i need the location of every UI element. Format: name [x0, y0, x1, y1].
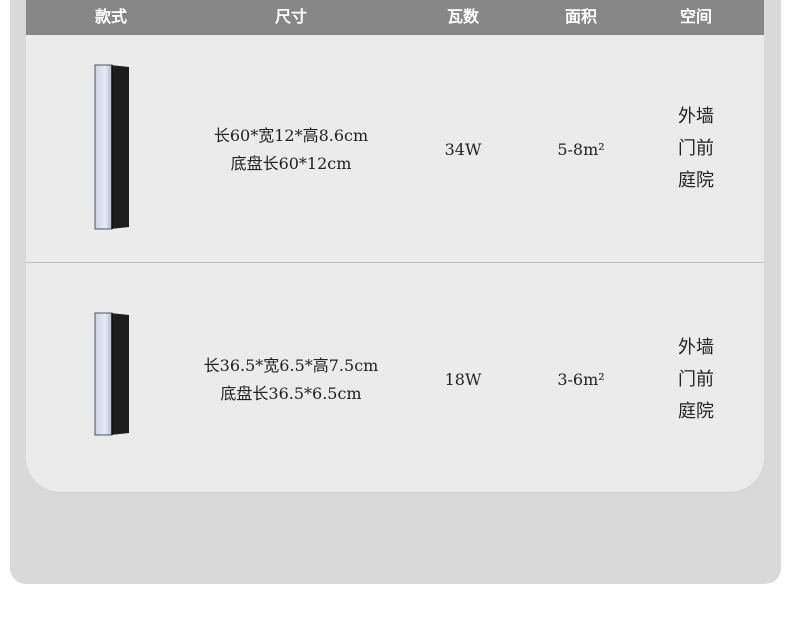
size-line: 底盘长36.5*6.5cm [220, 384, 362, 403]
wall-lamp-short-image [94, 312, 129, 436]
header-size: 尺寸 [274, 7, 307, 26]
space-cell: 外墙 门前 庭院 [651, 332, 741, 428]
size-line: 底盘长60*12cm [230, 154, 352, 173]
space-line: 外墙 [678, 106, 714, 127]
space-line: 门前 [678, 369, 714, 390]
space-line: 庭院 [678, 401, 714, 422]
area-cell: 3-6m² [557, 370, 605, 389]
header-watt: 瓦数 [446, 7, 479, 26]
wall-lamp-long-image [94, 64, 129, 230]
table-row: 长60*宽12*高8.6cm 底盘长60*12cm 34W 5-8m² 外墙 门… [26, 35, 764, 262]
watt-cell: 18W [444, 370, 482, 389]
size-cell: 长60*宽12*高8.6cm 底盘长60*12cm [186, 122, 396, 178]
space-line: 外墙 [678, 337, 714, 358]
header-space: 空间 [679, 7, 712, 26]
header-area: 面积 [564, 7, 597, 26]
space-line: 门前 [678, 138, 714, 159]
space-line: 庭院 [678, 170, 714, 191]
size-cell: 长36.5*宽6.5*高7.5cm 底盘长36.5*6.5cm [176, 352, 406, 408]
watt-cell: 34W [444, 140, 482, 159]
area-cell: 5-8m² [557, 140, 605, 159]
header-style: 款式 [94, 7, 127, 26]
space-cell: 外墙 门前 庭院 [651, 101, 741, 197]
table-header: 款式 尺寸 瓦数 面积 空间 [26, 0, 764, 35]
size-line: 长60*宽12*高8.6cm [213, 126, 369, 145]
size-line: 长36.5*宽6.5*高7.5cm [203, 356, 379, 375]
table-row: 长36.5*宽6.5*高7.5cm 底盘长36.5*6.5cm 18W 3-6m… [26, 263, 764, 492]
